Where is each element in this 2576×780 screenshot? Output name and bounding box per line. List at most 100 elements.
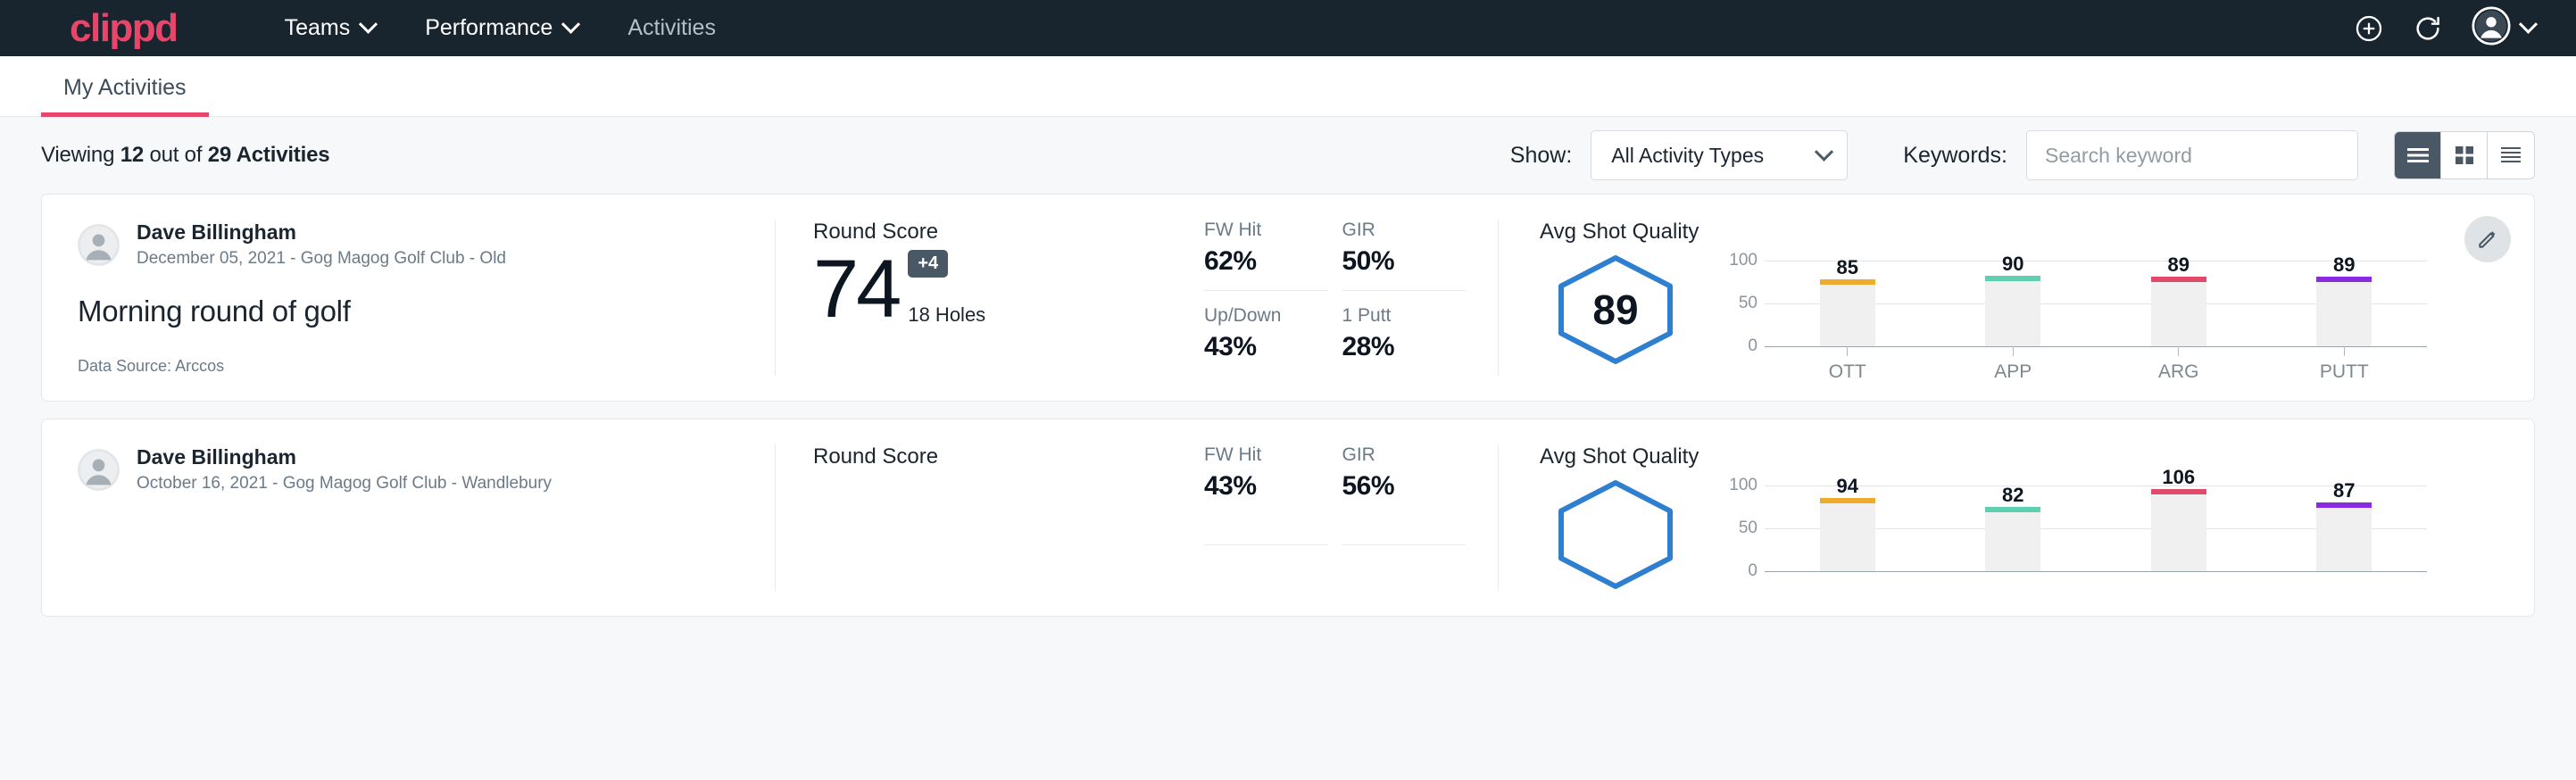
bar: 89 <box>2316 280 2372 346</box>
round-score-column: Round Score 74 +4 18 Holes <box>776 220 1204 376</box>
stat-value: 43% <box>1204 332 1328 362</box>
bar: 106 <box>2151 493 2206 571</box>
stat-label: FW Hit <box>1204 444 1328 466</box>
y-tick-100: 100 <box>1729 251 1757 270</box>
activity-author: Dave Billingham December 05, 2021 - Gog … <box>78 220 739 270</box>
activity-data-source: Data Source: Arccos <box>78 357 739 376</box>
bar-column-putt: 89 <box>2316 261 2372 346</box>
stat-label: 1 Putt <box>1342 305 1467 327</box>
bar-column-putt: 87 <box>2316 485 2372 571</box>
bar-column-ott: 94 <box>1820 485 1875 571</box>
nav-item-activities[interactable]: Activities <box>602 15 741 41</box>
chevron-down-icon <box>561 15 580 34</box>
avg-shot-quality-column: Avg Shot Quality 100 50 0 <box>1499 444 2534 591</box>
refresh-icon[interactable] <box>2413 13 2443 44</box>
nav-item-performance[interactable]: Performance <box>400 15 602 41</box>
author-text: Dave Billingham October 16, 2021 - Gog M… <box>137 444 552 494</box>
plot-area: 94 82 <box>1765 485 2427 571</box>
bar-chart-plot: 100 50 0 85 <box>1722 261 2427 346</box>
avg-shot-quality-label: Avg Shot Quality <box>1540 444 2427 469</box>
view-mode-toggle-group <box>2394 131 2535 179</box>
bar-group: 94 82 <box>1765 485 2427 571</box>
round-score-value-group: 74 +4 18 Holes <box>813 250 1204 328</box>
chevron-down-icon <box>2519 15 2538 34</box>
x-label: APP <box>1994 361 2032 383</box>
grid-view-button[interactable] <box>2441 132 2488 178</box>
viewing-middle: out of <box>149 143 202 167</box>
bar: 94 <box>1820 502 1875 572</box>
activity-meta: October 16, 2021 - Gog Magog Golf Club -… <box>137 472 552 495</box>
bar-cap <box>2151 489 2206 494</box>
keywords-label: Keywords: <box>1903 143 2007 169</box>
bar-value-label: 87 <box>2333 479 2355 502</box>
activity-type-select[interactable]: All Activity Types <box>1591 130 1848 180</box>
tick-mark <box>2178 346 2179 356</box>
nav-actions <box>2354 6 2535 50</box>
x-axis: OTT APP ARG <box>1765 346 2427 383</box>
stat-label: Up/Down <box>1204 305 1328 327</box>
account-avatar-icon <box>2472 6 2511 50</box>
nav-item-performance-label: Performance <box>425 15 553 41</box>
list-view-button[interactable] <box>2395 132 2441 178</box>
quality-score: 89 <box>1592 286 1638 333</box>
bar-column-arg: 106 <box>2151 485 2206 571</box>
activity-author: Dave Billingham October 16, 2021 - Gog M… <box>78 444 739 494</box>
y-axis-labels: 100 50 0 <box>1722 261 1757 346</box>
bar-cap <box>1820 498 1875 503</box>
bar-column-arg: 89 <box>2151 261 2206 346</box>
avg-shot-quality-body: 100 50 0 94 <box>1540 473 2427 591</box>
nav-item-teams[interactable]: Teams <box>260 15 401 41</box>
quality-hexagon: 89 <box>1540 248 1691 366</box>
bar-group: 85 90 <box>1765 261 2427 346</box>
shot-quality-chart: 100 50 0 85 <box>1691 248 2427 346</box>
bar: 90 <box>1985 279 2040 346</box>
compact-view-button[interactable] <box>2488 132 2534 178</box>
stat-up-down: Up/Down 43% <box>1204 305 1328 376</box>
stat-label: GIR <box>1342 444 1467 466</box>
holes-count: 18 Holes <box>908 303 985 327</box>
stat-value: 56% <box>1342 471 1467 502</box>
bar-column-ott: 85 <box>1820 261 1875 346</box>
round-score-label: Round Score <box>813 444 1204 469</box>
activity-type-value: All Activity Types <box>1611 144 1764 168</box>
round-score-value: 74 <box>813 251 899 328</box>
stat-label: GIR <box>1342 220 1467 241</box>
y-tick-100: 100 <box>1729 476 1757 495</box>
stat-label: FW Hit <box>1204 220 1328 241</box>
avg-shot-quality-label: Avg Shot Quality <box>1540 220 2427 245</box>
viewing-total: 29 Activities <box>208 143 330 167</box>
bar-cap <box>1985 276 2040 281</box>
quality-hexagon <box>1540 473 1691 591</box>
activity-card[interactable]: Dave Billingham December 05, 2021 - Gog … <box>41 194 2535 402</box>
author-text: Dave Billingham December 05, 2021 - Gog … <box>137 220 506 270</box>
bar-value-label: 90 <box>2002 253 2023 276</box>
account-menu[interactable] <box>2472 6 2535 50</box>
add-circle-icon[interactable] <box>2354 13 2384 44</box>
primary-nav: Teams Performance Activities <box>260 15 741 41</box>
brand-logo[interactable]: clippd <box>70 9 178 48</box>
stat-one-putt: 1 Putt 28% <box>1342 305 1467 376</box>
x-tick-putt: PUTT <box>2316 346 2372 383</box>
round-score-extras: +4 18 Holes <box>908 250 985 328</box>
bar-value-label: 89 <box>2333 253 2355 277</box>
show-label: Show: <box>1510 143 1572 169</box>
bar: 82 <box>1985 510 2040 571</box>
stats-grid: FW Hit 62% GIR 50% Up/Down 43% 1 Putt 28… <box>1204 220 1499 376</box>
y-axis-labels: 100 50 0 <box>1722 485 1757 571</box>
x-tick-ott: OTT <box>1820 346 1875 383</box>
edit-activity-button[interactable] <box>2464 216 2511 262</box>
search-input[interactable] <box>2026 130 2358 180</box>
activity-card[interactable]: Dave Billingham October 16, 2021 - Gog M… <box>41 419 2535 617</box>
bar-cap <box>1985 507 2040 512</box>
bar-value-label: 106 <box>2162 466 2195 489</box>
bar: 85 <box>1820 283 1875 346</box>
viewing-prefix: Viewing <box>41 143 114 167</box>
x-tick-app: APP <box>1985 346 2040 383</box>
stat-value: 50% <box>1342 246 1467 277</box>
filter-bar: Viewing 12 out of 29 Activities Show: Al… <box>41 117 2535 194</box>
avatar <box>78 449 120 491</box>
activity-title: Morning round of golf <box>78 295 739 328</box>
tick-mark <box>1847 346 1848 356</box>
axis-baseline <box>1765 571 2427 572</box>
tab-my-activities[interactable]: My Activities <box>41 75 209 116</box>
